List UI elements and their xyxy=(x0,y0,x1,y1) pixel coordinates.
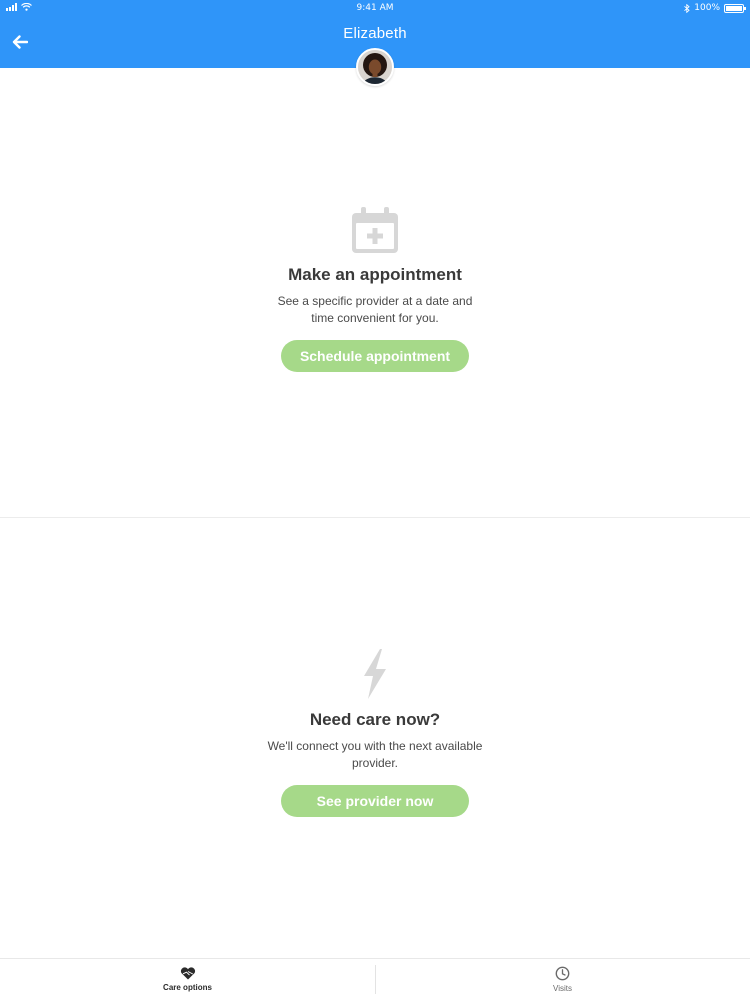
calendar-plus-icon xyxy=(352,207,398,253)
status-time: 9:41 AM xyxy=(356,3,394,13)
care-now-title: Need care now? xyxy=(309,710,441,729)
care-now-section: Need care now? We'll connect you with th… xyxy=(0,648,750,817)
avatar[interactable] xyxy=(356,48,394,86)
bluetooth-icon xyxy=(684,3,690,13)
tab-label-care-options: Care options xyxy=(163,983,212,992)
app-header: 9:41 AM 100% Elizabeth xyxy=(0,0,750,86)
appointment-section: Make an appointment See a specific provi… xyxy=(0,205,750,372)
avatar-portrait xyxy=(358,50,392,84)
battery-percent: 100% xyxy=(694,3,720,13)
clock-icon xyxy=(555,966,570,981)
status-bar: 9:41 AM 100% xyxy=(0,0,750,16)
tab-visits[interactable]: Visits xyxy=(375,959,750,1000)
page-title: Elizabeth xyxy=(343,25,407,42)
lightning-bolt-icon xyxy=(364,649,386,699)
tab-label-visits: Visits xyxy=(553,984,572,993)
status-right: 100% xyxy=(684,3,746,13)
see-provider-now-button[interactable]: See provider now xyxy=(281,785,469,817)
tab-bar: Care options Visits xyxy=(0,958,750,1000)
battery-icon xyxy=(724,3,746,13)
section-divider xyxy=(0,517,750,518)
appointment-description: See a specific provider at a date and ti… xyxy=(277,294,473,325)
appointment-title: Make an appointment xyxy=(288,265,462,284)
schedule-appointment-button[interactable]: Schedule appointment xyxy=(281,340,469,372)
tab-care-options[interactable]: Care options xyxy=(0,959,375,1000)
heart-hands-icon xyxy=(180,967,195,980)
care-now-description: We'll connect you with the next availabl… xyxy=(267,739,483,770)
